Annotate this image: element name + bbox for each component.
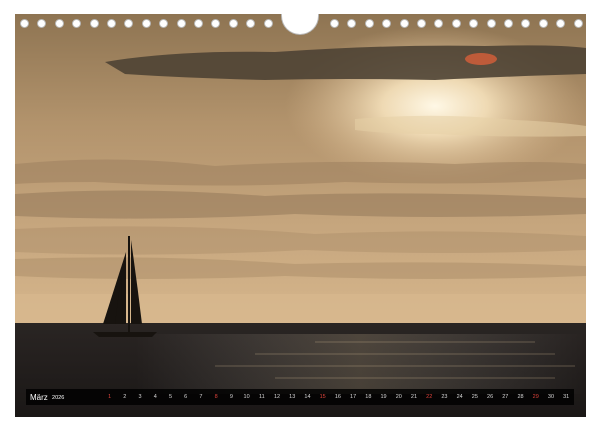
calendar-day: 28 [517, 394, 524, 400]
binding-hole [20, 19, 29, 28]
calendar-page: März 2026 1 2 3 4 5 6 7 8 9 10 11 12 13 14 15 16 17 18 19 2… [0, 0, 600, 432]
calendar-day: 2 [123, 394, 127, 400]
calendar-day: 8 [214, 394, 218, 400]
calendar-day: 19 [380, 394, 387, 400]
calendar-day: 20 [395, 394, 402, 400]
binding-hole [521, 19, 531, 28]
calendar-day: 4 [153, 394, 157, 400]
calendar-day: 30 [547, 394, 555, 400]
binding-hole [37, 19, 47, 28]
calendar-day: 15 [319, 394, 326, 400]
month-label: März 2026 [26, 393, 102, 402]
binding-hole [451, 19, 461, 28]
binding-hole [556, 19, 566, 28]
binding-hole [194, 19, 203, 28]
month-name: März [30, 392, 48, 402]
binding-hole [107, 19, 116, 28]
binding-hole [504, 19, 513, 28]
binding-hole [364, 19, 374, 28]
cloud-layer [15, 159, 586, 186]
binding-hole [124, 19, 134, 28]
horizon-haze [15, 294, 586, 324]
binding-hole [159, 19, 169, 28]
calendar-day: 14 [304, 394, 311, 400]
binding-hole [417, 19, 426, 28]
calendar-day: 16 [334, 394, 341, 400]
calendar-day: 25 [471, 394, 478, 400]
year-label: 2026 [52, 394, 65, 401]
binding-hole [399, 19, 409, 28]
calendar-day: 17 [350, 394, 357, 400]
sunset-scene [15, 14, 586, 417]
calendar-day: 31 [563, 394, 570, 400]
calendar-day: 12 [273, 394, 281, 400]
binding-hole [469, 19, 479, 28]
binding-hole [573, 19, 583, 28]
binding-hole [211, 19, 221, 28]
calendar-day: 10 [243, 394, 250, 400]
calendar-strip: März 2026 1 2 3 4 5 6 7 8 9 10 11 12 13 14 15 16 17 18 19 2… [26, 389, 574, 405]
calendar-day: 24 [456, 394, 463, 400]
binding-hole [176, 19, 186, 28]
sea-glitter [135, 334, 585, 394]
binding-hole [263, 19, 273, 28]
calendar-day: 1 [108, 394, 112, 400]
calendar-day: 11 [258, 394, 265, 400]
calendar-day: 5 [168, 394, 173, 400]
calendar-day: 13 [289, 394, 296, 400]
calendar-day: 6 [184, 394, 188, 400]
binding-hole [246, 19, 256, 28]
binding-hole [382, 19, 392, 28]
calendar-day: 27 [502, 394, 509, 400]
binding-hole [54, 19, 64, 28]
calendar-day: 29 [532, 394, 539, 400]
binding-hole [228, 19, 238, 28]
binding-hole [89, 19, 99, 28]
binding-hole [434, 19, 444, 28]
binding-hole [538, 19, 548, 28]
sun-reflection [465, 53, 497, 65]
day-list: 1 2 3 4 5 6 7 8 9 10 11 12 13 14 15 16 17 18 19 20 21 22 23 24 2… [102, 389, 574, 405]
sunset-photo [15, 14, 586, 417]
calendar-day: 21 [410, 394, 418, 400]
calendar-day: 18 [365, 394, 372, 400]
calendar-day: 7 [199, 394, 203, 400]
binding-hole [347, 19, 357, 28]
binding-hole [72, 19, 82, 28]
binding-hole [486, 19, 496, 28]
binding-hole [141, 19, 151, 28]
calendar-day: 3 [138, 394, 142, 400]
calendar-day: 26 [487, 394, 494, 400]
calendar-day: 23 [441, 394, 448, 400]
calendar-day: 22 [426, 394, 433, 400]
binding-hole [330, 19, 339, 28]
calendar-day: 9 [229, 394, 233, 400]
